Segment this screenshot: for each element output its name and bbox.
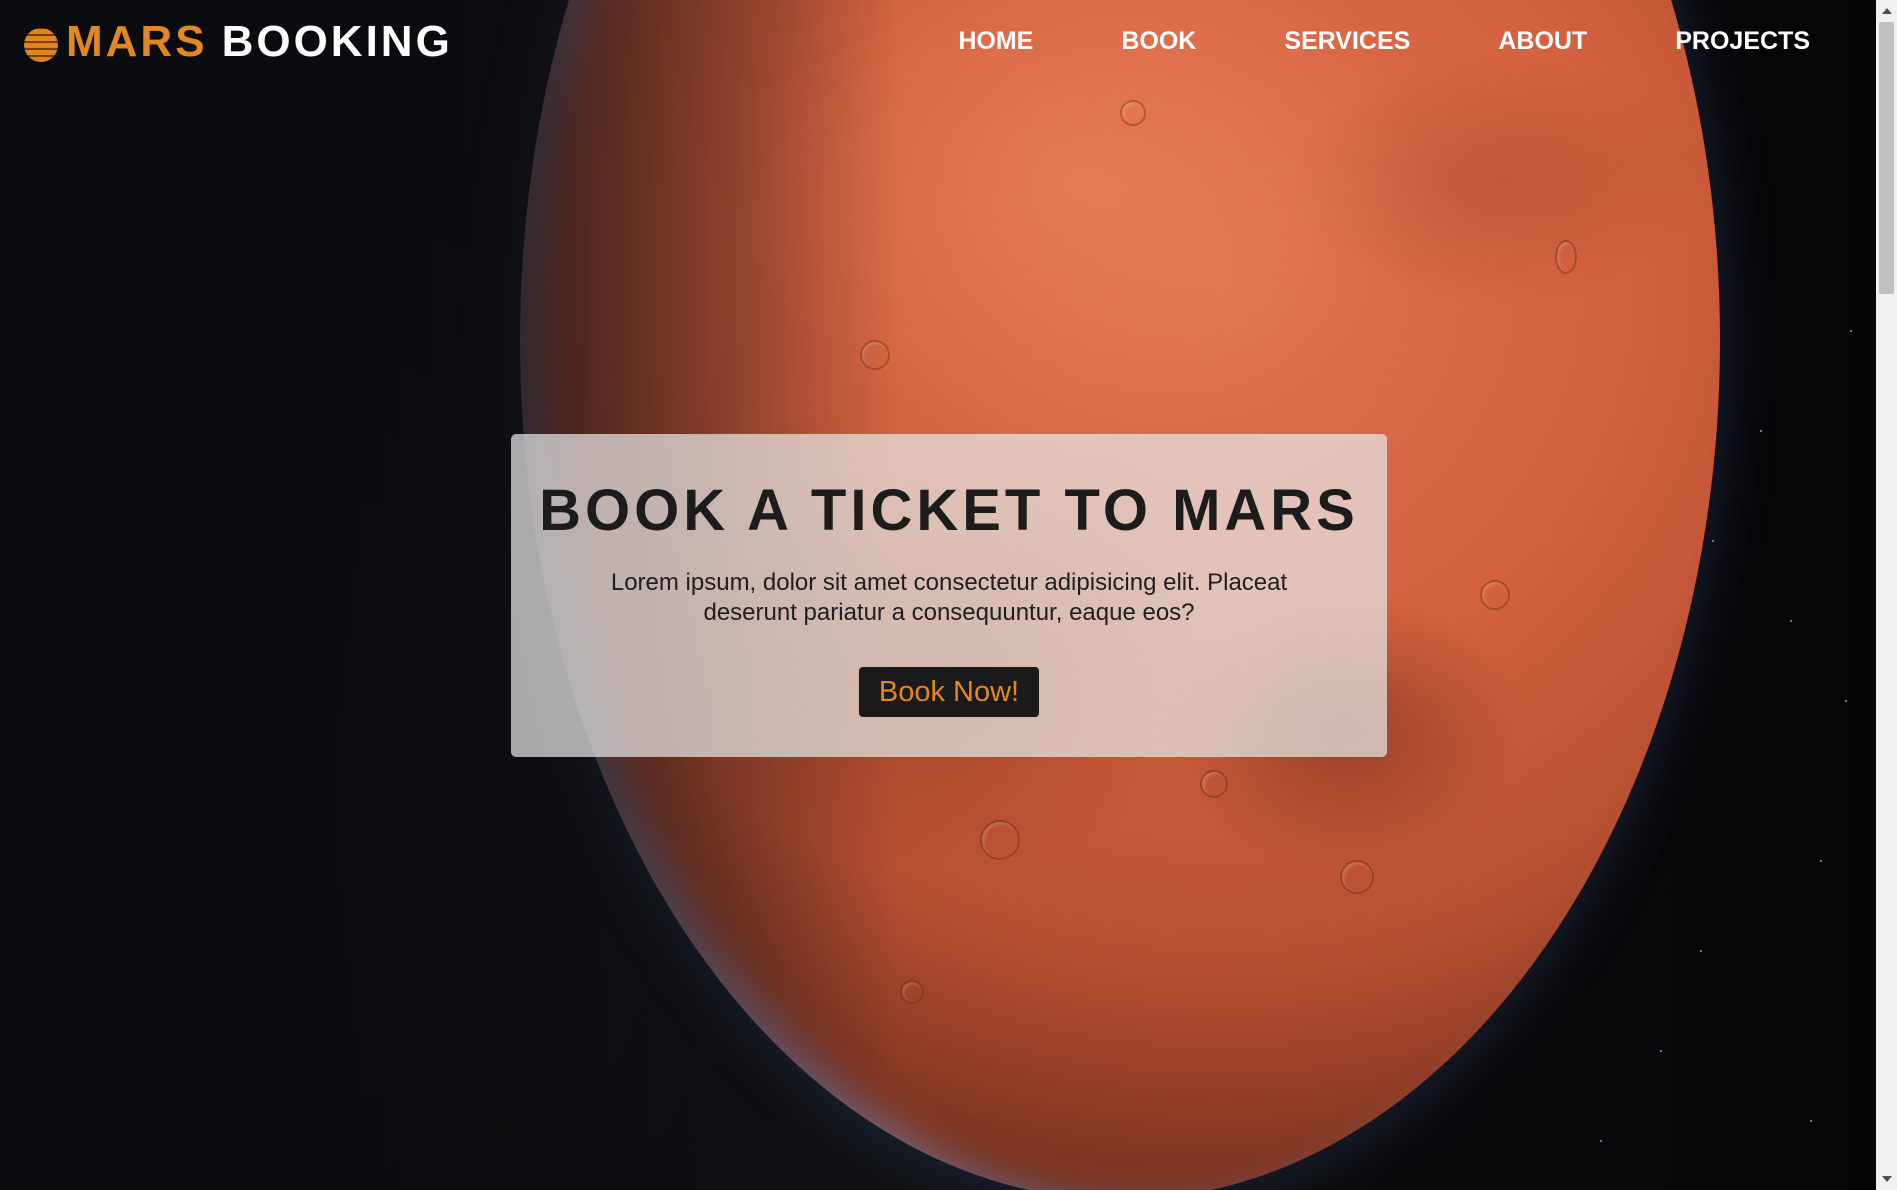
nav-services[interactable]: SERVICES	[1284, 24, 1410, 58]
planet-icon	[24, 28, 58, 62]
brand-mars: MARS	[66, 17, 208, 66]
nav-book[interactable]: BOOK	[1121, 24, 1196, 58]
arrow-down-icon	[1882, 1176, 1892, 1182]
brand-logo[interactable]: MARS BOOKING	[24, 16, 453, 68]
scroll-thumb[interactable]	[1879, 22, 1894, 294]
nav-projects[interactable]: PROJECTS	[1675, 24, 1810, 58]
vertical-scrollbar[interactable]	[1876, 0, 1897, 1190]
brand-booking: BOOKING	[221, 17, 453, 66]
main-nav: HOME BOOK SERVICES ABOUT PROJECTS	[958, 24, 1810, 58]
hero-title: BOOK A TICKET TO MARS	[539, 478, 1359, 543]
scroll-up-button[interactable]	[1876, 0, 1897, 21]
page: MARS BOOKING HOME BOOK SERVICES ABOUT PRO…	[0, 0, 1876, 1190]
book-now-button[interactable]: Book Now!	[858, 667, 1040, 717]
nav-about[interactable]: ABOUT	[1498, 24, 1587, 58]
hero-card: BOOK A TICKET TO MARS Lorem ipsum, dolor…	[511, 434, 1387, 757]
nav-home[interactable]: HOME	[958, 24, 1033, 58]
site-header: MARS BOOKING HOME BOOK SERVICES ABOUT PRO…	[0, 0, 1876, 84]
brand-name: MARS BOOKING	[66, 16, 453, 68]
arrow-up-icon	[1882, 8, 1892, 14]
hero-description: Lorem ipsum, dolor sit amet consectetur …	[610, 569, 1288, 626]
scroll-down-button[interactable]	[1876, 1169, 1897, 1190]
